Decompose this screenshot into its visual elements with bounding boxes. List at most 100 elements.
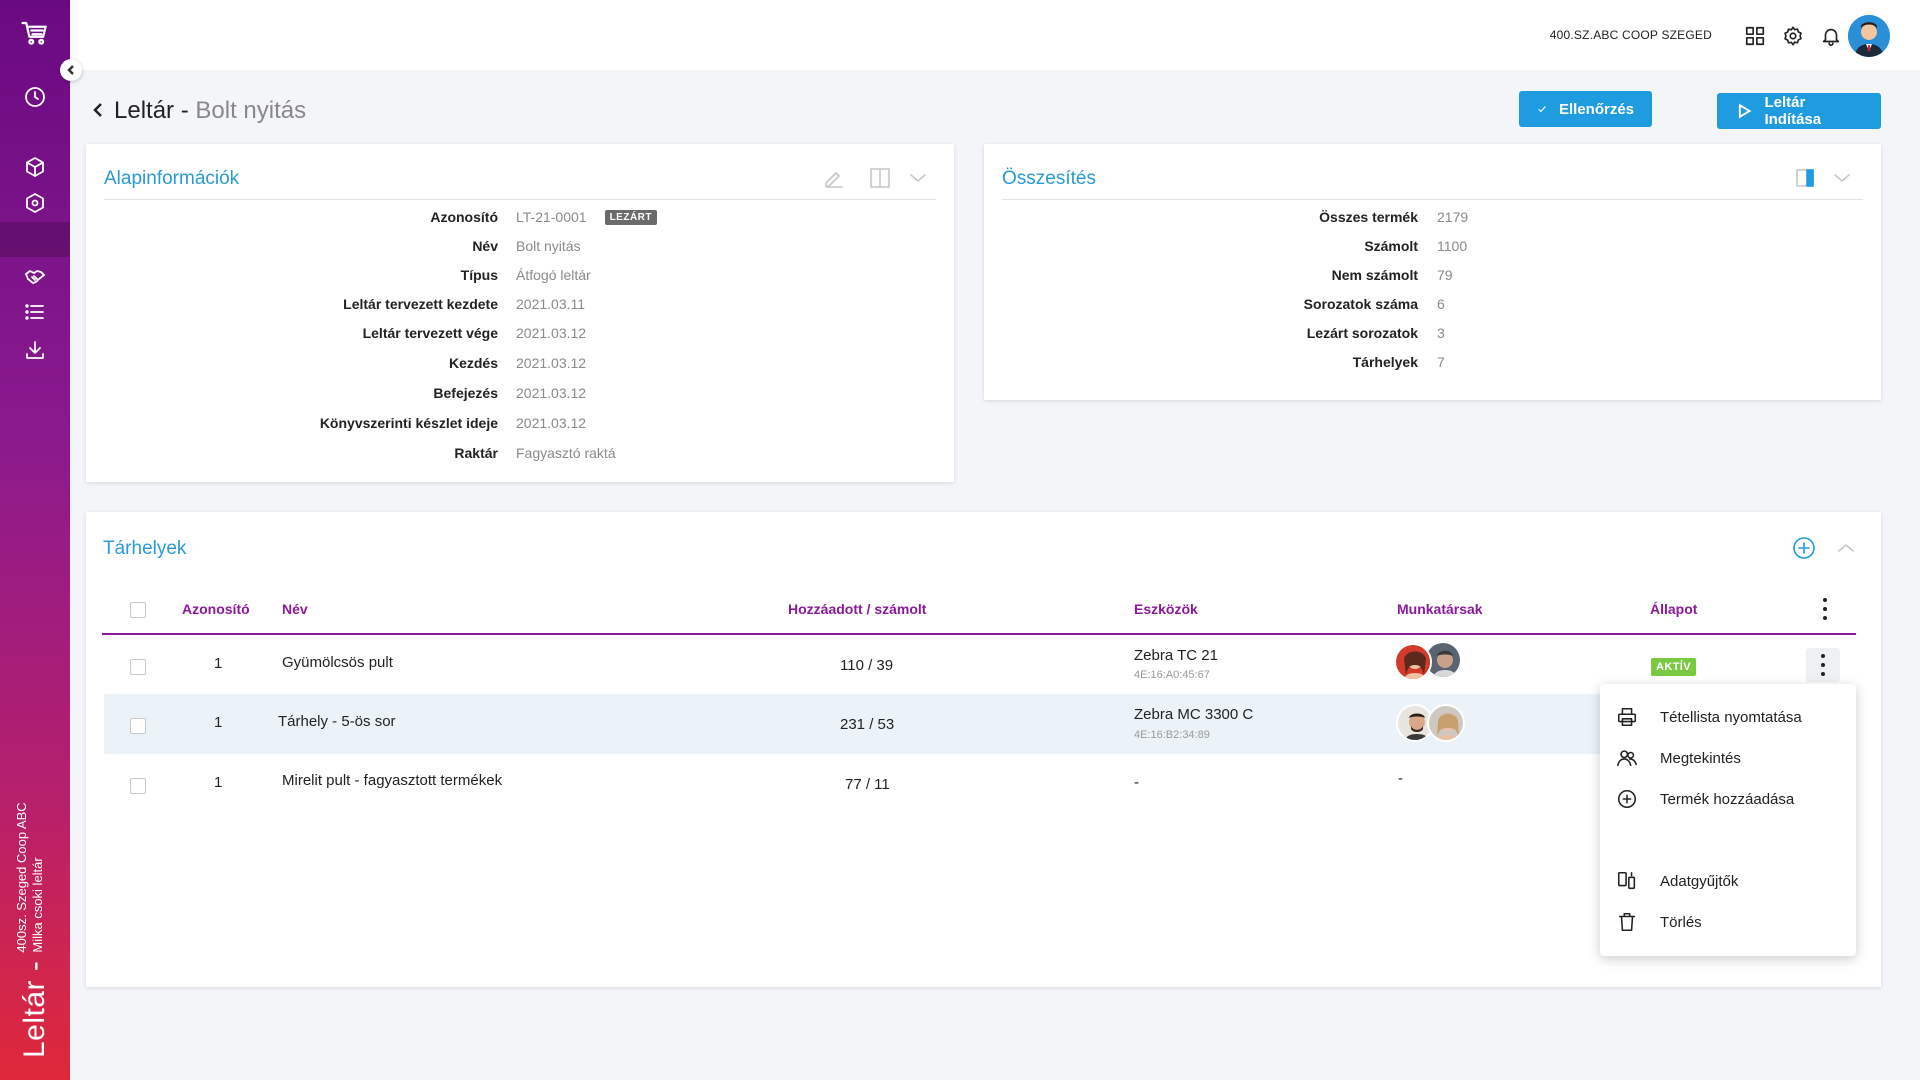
label-text: Számolt bbox=[1364, 238, 1418, 254]
basic-info-label: Leltár tervezett vége bbox=[200, 322, 498, 344]
label-text: Azonosító bbox=[430, 209, 498, 225]
row-action-menu: Tétellista nyomtatása Megtekintés Termék… bbox=[1600, 684, 1856, 956]
summary-label: Tárhelyek bbox=[1200, 351, 1418, 373]
basic-info-value: Átfogó leltár bbox=[516, 264, 591, 286]
chevron-down-icon[interactable] bbox=[1830, 166, 1854, 190]
row-checkbox[interactable] bbox=[130, 718, 146, 734]
label-text: Nem számolt bbox=[1331, 267, 1418, 283]
label-text: Befejezés bbox=[433, 385, 498, 401]
chevron-up-icon[interactable] bbox=[1834, 536, 1858, 560]
avatar[interactable] bbox=[1394, 643, 1432, 681]
select-all-checkbox[interactable] bbox=[130, 602, 146, 618]
start-inventory-label: Leltár Indítása bbox=[1764, 94, 1822, 128]
row-staff: - bbox=[1398, 770, 1403, 787]
start-inventory-button[interactable]: Leltár Indítása bbox=[1717, 93, 1881, 129]
add-circle-icon[interactable] bbox=[1792, 536, 1816, 560]
col-name[interactable]: Név bbox=[282, 601, 308, 617]
basic-info-value: 2021.03.12 bbox=[516, 382, 586, 404]
basic-info-label: Könyvszerinti készlet ideje bbox=[200, 412, 498, 434]
menu-item-label: Megtekintés bbox=[1660, 749, 1741, 767]
value-text: LT-21-0001 bbox=[516, 209, 587, 225]
summary-label: Sorozatok száma bbox=[1200, 293, 1418, 315]
check-icon bbox=[1538, 106, 1546, 113]
basic-info-value: 2021.03.12 bbox=[516, 352, 586, 374]
menu-item-devices[interactable]: Adatgyűjtők bbox=[1616, 868, 1738, 894]
row-checkbox[interactable] bbox=[130, 778, 146, 794]
basic-info-title: Alapinformációk bbox=[104, 168, 240, 189]
summary-label: Számolt bbox=[1200, 235, 1418, 257]
vertical-sub-1: 400sz. Szeged Coop ABC bbox=[14, 802, 29, 953]
handshake-icon[interactable] bbox=[0, 257, 70, 297]
menu-item-label: Törlés bbox=[1660, 913, 1702, 931]
summary-title: Összesítés bbox=[1002, 168, 1096, 189]
gear-icon[interactable] bbox=[1780, 23, 1806, 49]
value-text: 2021.03.12 bbox=[516, 385, 587, 401]
vertical-subtitle: 400sz. Szeged Coop ABC Milka csoki leltá… bbox=[14, 802, 52, 952]
bell-icon[interactable] bbox=[1818, 23, 1844, 49]
col-id[interactable]: Azonosító bbox=[182, 601, 250, 617]
row-counted: 77 / 11 bbox=[845, 776, 890, 793]
storage-title: Tárhelyek bbox=[103, 538, 187, 559]
basic-info-label: Név bbox=[200, 235, 498, 257]
row-name[interactable]: Mirelit pult - fagyasztott termékek bbox=[282, 772, 502, 789]
col-status[interactable]: Állapot bbox=[1650, 601, 1697, 617]
user-avatar[interactable] bbox=[1848, 15, 1890, 57]
split-view-icon[interactable] bbox=[1794, 166, 1818, 190]
row-counted: 110 / 39 bbox=[840, 657, 894, 674]
edit-icon[interactable] bbox=[822, 166, 846, 190]
basic-info-label: Típus bbox=[200, 264, 498, 286]
split-view-icon[interactable] bbox=[868, 166, 892, 190]
row-id: 1 bbox=[214, 714, 223, 731]
basic-info-value: Bolt nyitás bbox=[516, 235, 581, 257]
summary-value: 2179 bbox=[1437, 206, 1468, 228]
clock-icon[interactable] bbox=[0, 77, 70, 117]
chevron-down-icon[interactable] bbox=[906, 166, 930, 190]
summary-label: Nem számolt bbox=[1200, 264, 1418, 286]
row-device: - bbox=[1134, 774, 1139, 791]
value-text: Bolt nyitás bbox=[516, 238, 581, 254]
label-text: Leltár tervezett kezdete bbox=[343, 296, 498, 312]
row-kebab-button[interactable] bbox=[1820, 654, 1826, 676]
row-checkbox[interactable] bbox=[130, 659, 146, 675]
menu-item-print[interactable]: Tétellista nyomtatása bbox=[1616, 704, 1802, 730]
col-staff[interactable]: Munkatársak bbox=[1397, 601, 1483, 617]
menu-item-label: Termék hozzáadása bbox=[1660, 790, 1795, 808]
basic-info-value: LT-21-0001 LEZÁRT bbox=[516, 206, 658, 228]
basic-info-label: Raktár bbox=[200, 442, 498, 464]
check-button[interactable]: Ellenőrzés bbox=[1519, 91, 1652, 127]
row-name[interactable]: Gyümölcsös pult bbox=[282, 654, 393, 671]
value-text: 6 bbox=[1437, 296, 1445, 312]
table-options-kebab[interactable] bbox=[1822, 598, 1828, 620]
menu-item-view[interactable]: Megtekintés bbox=[1616, 745, 1741, 771]
store-name[interactable]: 400.SZ.ABC COOP SZEGED bbox=[1550, 28, 1712, 42]
cart-icon[interactable] bbox=[0, 13, 70, 53]
label-text: Kezdés bbox=[448, 355, 498, 371]
summary-label: Lezárt sorozatok bbox=[1200, 322, 1418, 344]
avatar[interactable] bbox=[1427, 704, 1465, 742]
box-settings-icon[interactable] bbox=[0, 183, 70, 223]
label-text: Raktár bbox=[454, 445, 498, 461]
users-icon bbox=[1617, 750, 1637, 767]
menu-item-delete[interactable]: Törlés bbox=[1616, 909, 1702, 935]
value-text: Átfogó leltár bbox=[516, 267, 591, 283]
topbar: 400.SZ.ABC COOP SZEGED bbox=[70, 0, 1920, 70]
row-device: Zebra TC 21 bbox=[1134, 647, 1218, 664]
value-text: Fagyasztó raktá bbox=[516, 445, 616, 461]
page-subtitle: Bolt nyitás bbox=[195, 97, 307, 124]
basic-info-value: Fagyasztó raktá bbox=[516, 442, 616, 464]
download-icon[interactable] bbox=[0, 330, 70, 370]
divider bbox=[104, 199, 936, 200]
col-counted[interactable]: Hozzáadott / számolt bbox=[788, 601, 926, 617]
back-button[interactable] bbox=[90, 100, 106, 120]
basic-info-value: 2021.03.11 bbox=[516, 293, 585, 315]
row-name[interactable]: Tárhely - 5-ös sor bbox=[278, 713, 396, 730]
value-text: 2021.03.12 bbox=[516, 325, 587, 341]
status-badge: LEZÁRT bbox=[604, 209, 658, 225]
list-icon[interactable] bbox=[0, 292, 70, 332]
grid-icon[interactable] bbox=[1742, 23, 1768, 49]
box-icon[interactable] bbox=[0, 147, 70, 187]
summary-value: 7 bbox=[1437, 351, 1445, 373]
col-devices[interactable]: Eszközök bbox=[1134, 601, 1198, 617]
sidebar-collapse-button[interactable] bbox=[60, 59, 82, 81]
menu-item-add-product[interactable]: Termék hozzáadása bbox=[1616, 786, 1794, 812]
